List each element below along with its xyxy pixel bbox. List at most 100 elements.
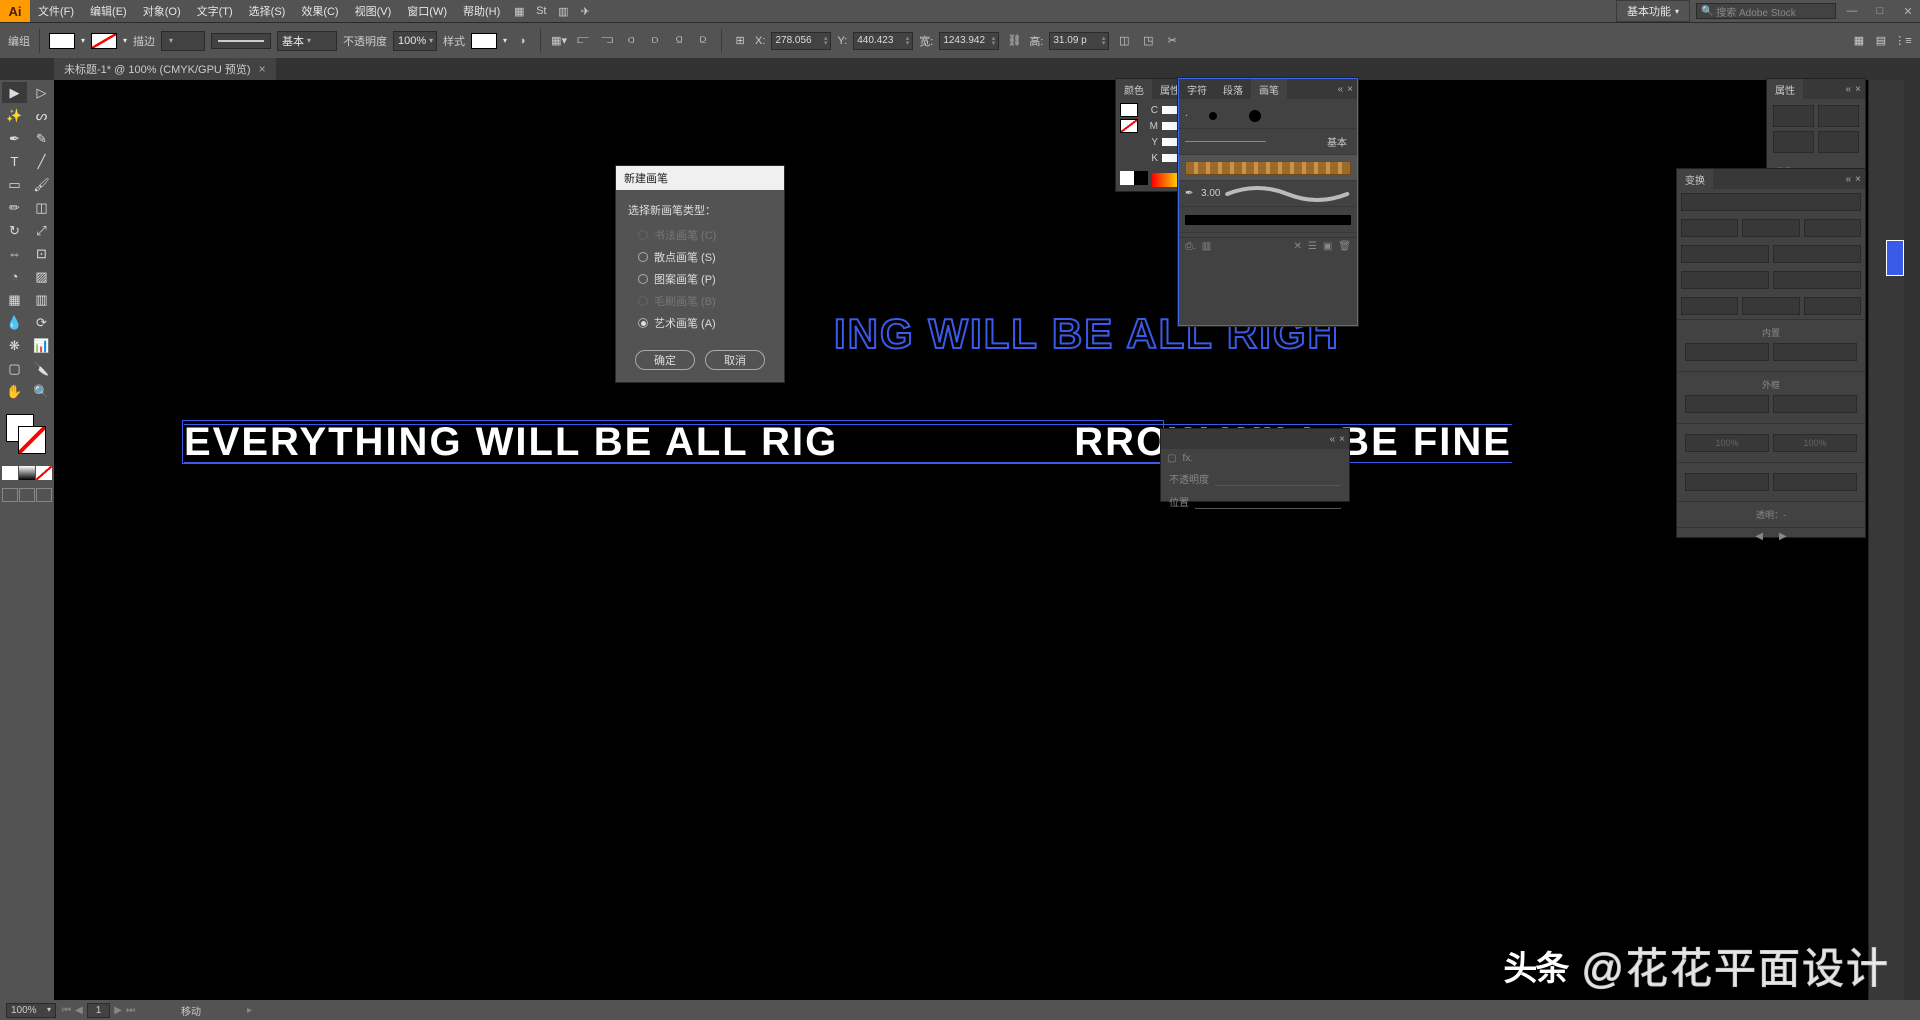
artboard-tool-icon[interactable]: ▢	[2, 358, 27, 379]
gradient-mode-icon[interactable]	[19, 466, 35, 480]
fill-swatch[interactable]	[49, 33, 75, 49]
selection-tool-icon[interactable]: ▶	[2, 82, 27, 103]
opacity-input[interactable]: 100%▾	[393, 31, 437, 51]
stroke-swatch[interactable]	[91, 33, 117, 49]
stroke-profile-dropdown[interactable]	[211, 33, 271, 49]
tab-paragraph[interactable]: 段落	[1215, 79, 1251, 99]
none-mode-icon[interactable]	[36, 466, 52, 480]
chevron-down-icon[interactable]: ▾	[123, 36, 127, 45]
chevron-down-icon[interactable]: ▾	[503, 36, 507, 45]
menu-window[interactable]: 窗口(W)	[399, 3, 455, 19]
screen-normal-icon[interactable]	[2, 488, 18, 502]
align-right-icon[interactable]: ⫏	[622, 32, 640, 50]
width-tool-icon[interactable]: ⇔	[2, 243, 27, 264]
canvas[interactable]: ING WILL BE ALL RIGH EVERYTHING WILL BE …	[54, 80, 1868, 1000]
brush-row-pattern[interactable]	[1179, 155, 1357, 181]
panel-dock-strip[interactable]	[1868, 80, 1904, 1000]
brush-libs-icon[interactable]: ▥	[1202, 241, 1211, 252]
brush-new-icon[interactable]: ▣	[1323, 241, 1332, 252]
recolor-icon[interactable]: ◑	[513, 32, 531, 50]
blend-tool-icon[interactable]: ⟳	[29, 312, 54, 333]
arrange-icon[interactable]: ▥	[554, 2, 572, 20]
menu-view[interactable]: 视图(V)	[347, 3, 400, 19]
bridge-icon[interactable]: ▦	[510, 2, 528, 20]
panel-collapse-icon[interactable]: «	[1338, 84, 1344, 95]
color-mode-icon[interactable]	[2, 466, 18, 480]
field[interactable]	[1804, 297, 1861, 315]
next-icon[interactable]: ▶	[1779, 531, 1787, 542]
field[interactable]	[1773, 343, 1857, 361]
line-tool-icon[interactable]: ╱	[29, 151, 54, 172]
artboard-input[interactable]: 1	[87, 1003, 111, 1018]
brush-remove-icon[interactable]: ✕	[1293, 241, 1301, 252]
graphic-style-swatch[interactable]	[471, 33, 497, 49]
shape-builder-icon[interactable]: ◔	[2, 266, 27, 287]
window-close-icon[interactable]: ✕	[1896, 3, 1920, 19]
sync-icon[interactable]: ✈	[576, 2, 594, 20]
mesh-tool-icon[interactable]: ▦	[2, 289, 27, 310]
zoom-input[interactable]: 100%▾	[6, 1003, 56, 1018]
isolate-icon[interactable]: ✂	[1163, 32, 1181, 50]
menu-effect[interactable]: 效果(C)	[293, 3, 346, 19]
field[interactable]	[1681, 193, 1861, 211]
menu-help[interactable]: 帮助(H)	[455, 3, 508, 19]
field[interactable]	[1773, 245, 1861, 263]
panel-close-icon[interactable]: ×	[1339, 434, 1345, 445]
pref-menu-icon[interactable]: ⋮≡	[1894, 32, 1912, 50]
layer-icon[interactable]: ▢	[1167, 453, 1176, 464]
pen-tool-icon[interactable]: ✒	[2, 128, 27, 149]
rotate-tool-icon[interactable]: ↻	[2, 220, 27, 241]
cancel-button[interactable]: 取消	[705, 350, 765, 370]
close-tab-icon[interactable]: ×	[259, 62, 266, 76]
field[interactable]	[1681, 271, 1769, 289]
panel-collapse-icon[interactable]: «	[1846, 84, 1852, 95]
next-icon[interactable]: ▶	[114, 1005, 122, 1016]
align-hcenter-icon[interactable]: ⫎	[598, 32, 616, 50]
field[interactable]	[1685, 343, 1769, 361]
brush-row-calligraphy[interactable]: ✒3.00	[1179, 181, 1357, 207]
screen-present-icon[interactable]	[36, 488, 52, 502]
gradient-tool-icon[interactable]: ▥	[29, 289, 54, 310]
prop-field[interactable]	[1773, 105, 1814, 127]
window-maximize-icon[interactable]: □	[1868, 3, 1892, 19]
panel-collapse-icon[interactable]: «	[1330, 434, 1336, 445]
brush-row-basic[interactable]: 基本	[1179, 129, 1357, 155]
panel-stroke-icon[interactable]	[1120, 119, 1138, 133]
panel-collapse-icon[interactable]: «	[1846, 174, 1852, 185]
scale-tool-icon[interactable]: ⤢	[29, 220, 54, 241]
zoom-tool-icon[interactable]: 🔍	[29, 381, 54, 402]
tab-brushes[interactable]: 画笔	[1251, 79, 1287, 99]
panel-close-icon[interactable]: ×	[1855, 84, 1861, 95]
panel-close-icon[interactable]: ×	[1855, 174, 1861, 185]
transform-icon[interactable]: ⊞	[731, 32, 749, 50]
brush-options-icon[interactable]: ☰	[1308, 241, 1317, 252]
field[interactable]	[1685, 473, 1769, 491]
chevron-right-icon[interactable]: ▸	[247, 1005, 252, 1016]
document-tab[interactable]: 未标题-1* @ 100% (CMYK/GPU 预览) ×	[54, 58, 276, 80]
brush-def-dropdown[interactable]: 基本▾	[277, 31, 337, 51]
align-left-icon[interactable]: ⫍	[574, 32, 592, 50]
type-tool-icon[interactable]: T	[2, 151, 27, 172]
perspective-tool-icon[interactable]: ▨	[29, 266, 54, 287]
hand-tool-icon[interactable]: ✋	[2, 381, 27, 402]
shape-icon[interactable]: ◫	[1115, 32, 1133, 50]
last-icon[interactable]: ⏭	[126, 1005, 135, 1016]
menu-file[interactable]: 文件(F)	[30, 3, 82, 19]
field[interactable]	[1773, 473, 1857, 491]
screen-full-icon[interactable]	[19, 488, 35, 502]
fx-icon[interactable]: fx.	[1182, 453, 1193, 464]
menu-select[interactable]: 选择(S)	[241, 3, 294, 19]
tab-character[interactable]: 字符	[1179, 79, 1215, 99]
prop-field[interactable]	[1773, 131, 1814, 153]
stroke-weight-input[interactable]: ▾	[161, 31, 205, 51]
y-input[interactable]: 440.423▴▾	[853, 32, 913, 50]
tab-color[interactable]: 颜色	[1116, 79, 1152, 99]
shaper-tool-icon[interactable]: ✏	[2, 197, 27, 218]
free-transform-icon[interactable]: ⊡	[29, 243, 54, 264]
h-input[interactable]: 31.09 p▴▾	[1049, 32, 1109, 50]
menu-type[interactable]: 文字(T)	[189, 3, 241, 19]
prev-icon[interactable]: ◀	[1755, 531, 1763, 542]
menu-object[interactable]: 对象(O)	[135, 3, 189, 19]
field[interactable]	[1681, 245, 1769, 263]
fill-stroke-indicator[interactable]	[0, 410, 54, 464]
